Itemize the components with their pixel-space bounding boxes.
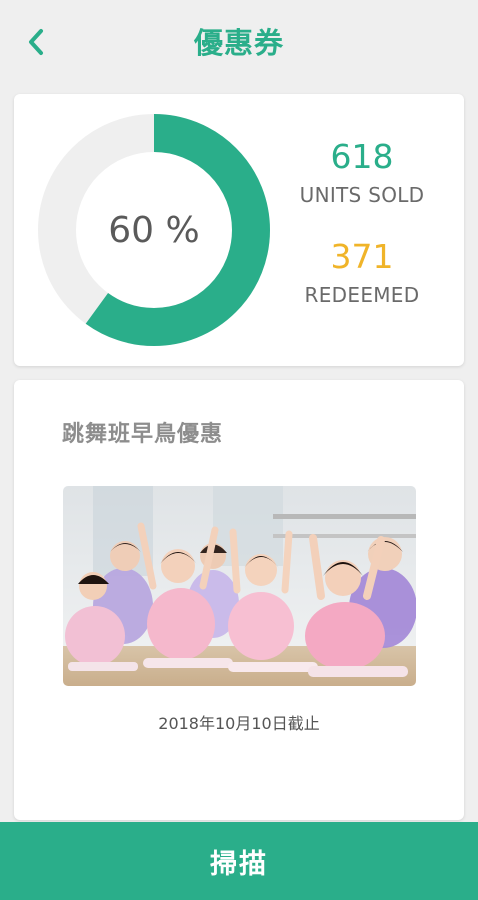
units-sold-value: 618 [330, 137, 394, 176]
coupon-title: 跳舞班早鳥優惠 [62, 422, 224, 447]
scan-button[interactable]: 掃描 [0, 822, 478, 900]
redeemed-stat: 371 REDEEMED [286, 240, 438, 307]
app-header: 優惠券 [0, 0, 478, 82]
units-sold-stat: 618 UNITS SOLD [286, 140, 438, 207]
scan-button-label: 掃描 [210, 848, 268, 880]
coupon-card[interactable]: 跳舞班早鳥優惠 2018年10月10日截止 [14, 380, 464, 820]
coupon-photo [63, 486, 416, 686]
progress-percent-label: 60 % [108, 209, 200, 251]
page-title: 優惠券 [193, 26, 284, 60]
redeemed-value: 371 [330, 237, 394, 276]
coupon-expiry-date: 2018年10月10日截止 [158, 714, 320, 733]
units-sold-label: UNITS SOLD [299, 183, 425, 207]
redeemed-label: REDEEMED [304, 283, 420, 307]
stats-card: 60 % 618 UNITS SOLD 371 REDEEMED [14, 94, 464, 366]
